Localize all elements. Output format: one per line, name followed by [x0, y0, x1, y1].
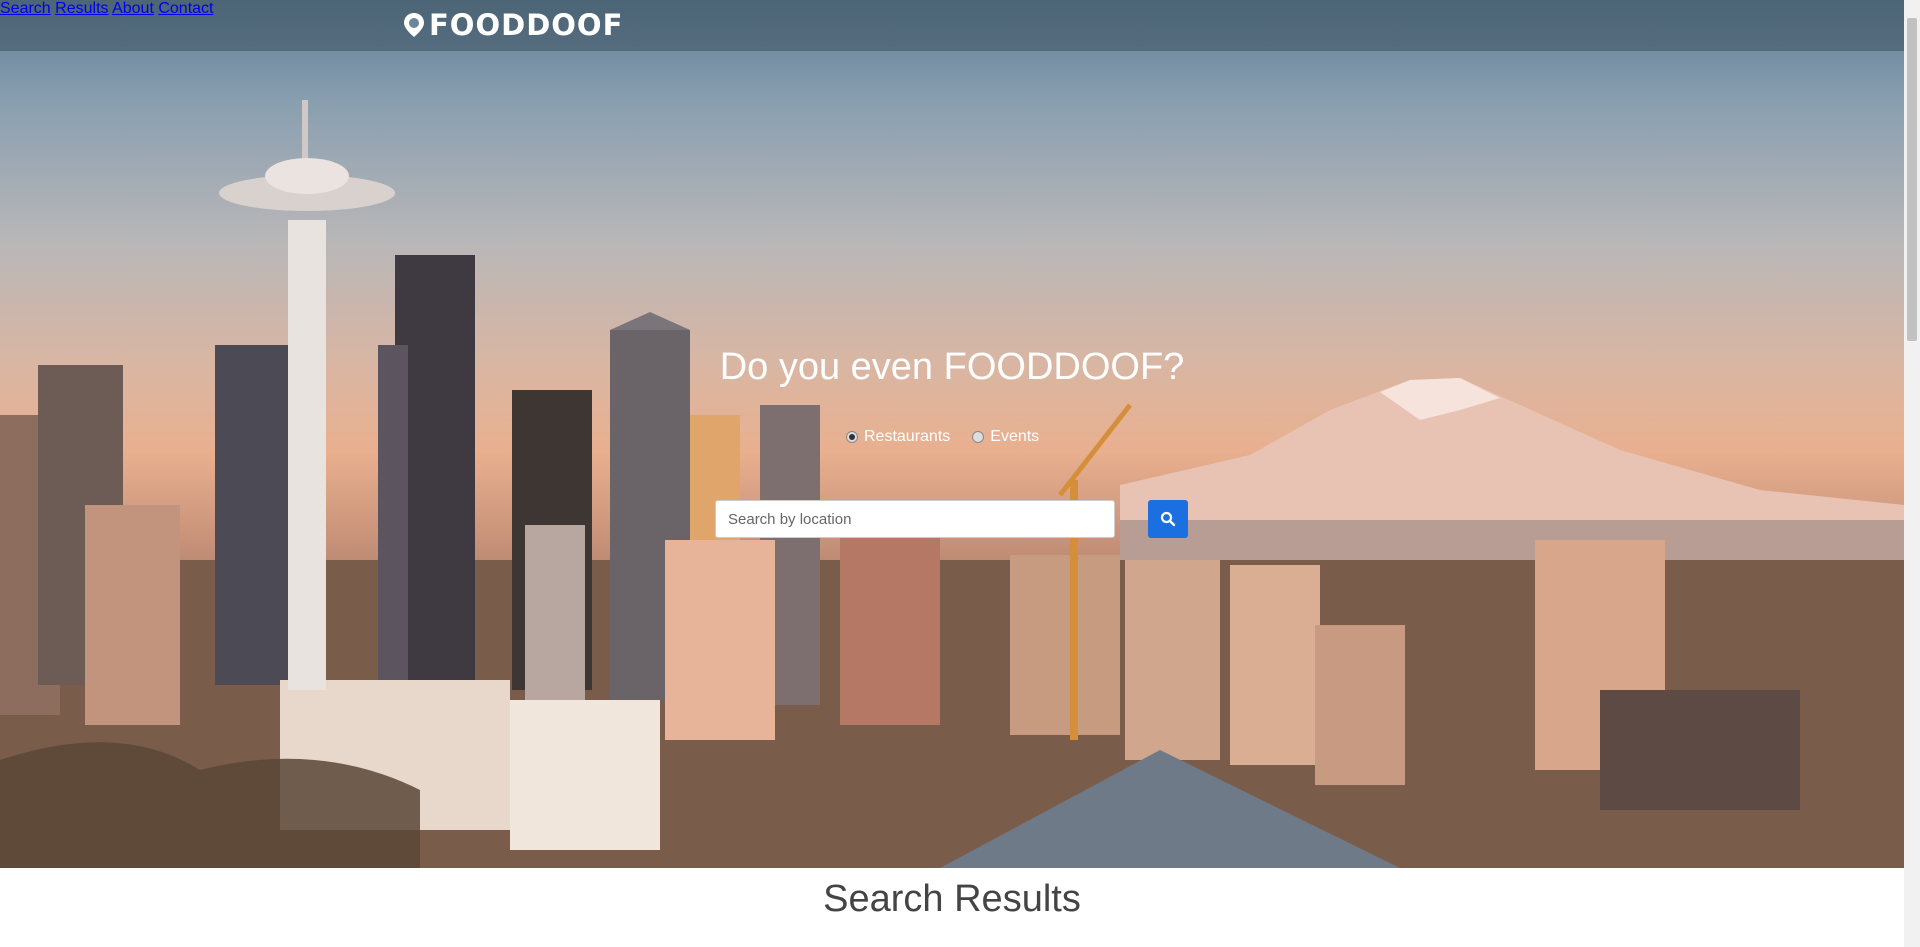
- radio-button-unchecked[interactable]: [972, 431, 985, 443]
- location-pin-icon: [404, 13, 424, 37]
- nav-contact[interactable]: Contact: [158, 0, 213, 17]
- scrollbar-thumb[interactable]: [1907, 18, 1917, 341]
- search-button[interactable]: [1148, 500, 1188, 538]
- hero-headline: Do you even FOODDOOF?: [719, 346, 1185, 388]
- radio-label-restaurants: Restaurants: [864, 428, 951, 445]
- brand-logo[interactable]: FOODDOOF: [403, 8, 623, 42]
- radio-restaurants[interactable]: Restaurants: [846, 428, 950, 446]
- navbar: FOODDOOF Search Results About Contact: [0, 0, 1904, 51]
- search-type-radio-group: Restaurants Events: [846, 428, 1061, 446]
- brand-name: FOODDOOF: [429, 8, 624, 42]
- radio-events[interactable]: Events: [972, 428, 1039, 446]
- search-icon: [1160, 511, 1176, 527]
- nav-search[interactable]: Search: [0, 0, 51, 17]
- search-results-heading: Search Results: [823, 878, 1081, 920]
- nav-results[interactable]: Results: [55, 0, 108, 17]
- radio-label-events: Events: [990, 428, 1040, 445]
- radio-button-checked[interactable]: [846, 431, 858, 443]
- search-input[interactable]: [715, 500, 1115, 538]
- nav-about[interactable]: About: [112, 0, 154, 17]
